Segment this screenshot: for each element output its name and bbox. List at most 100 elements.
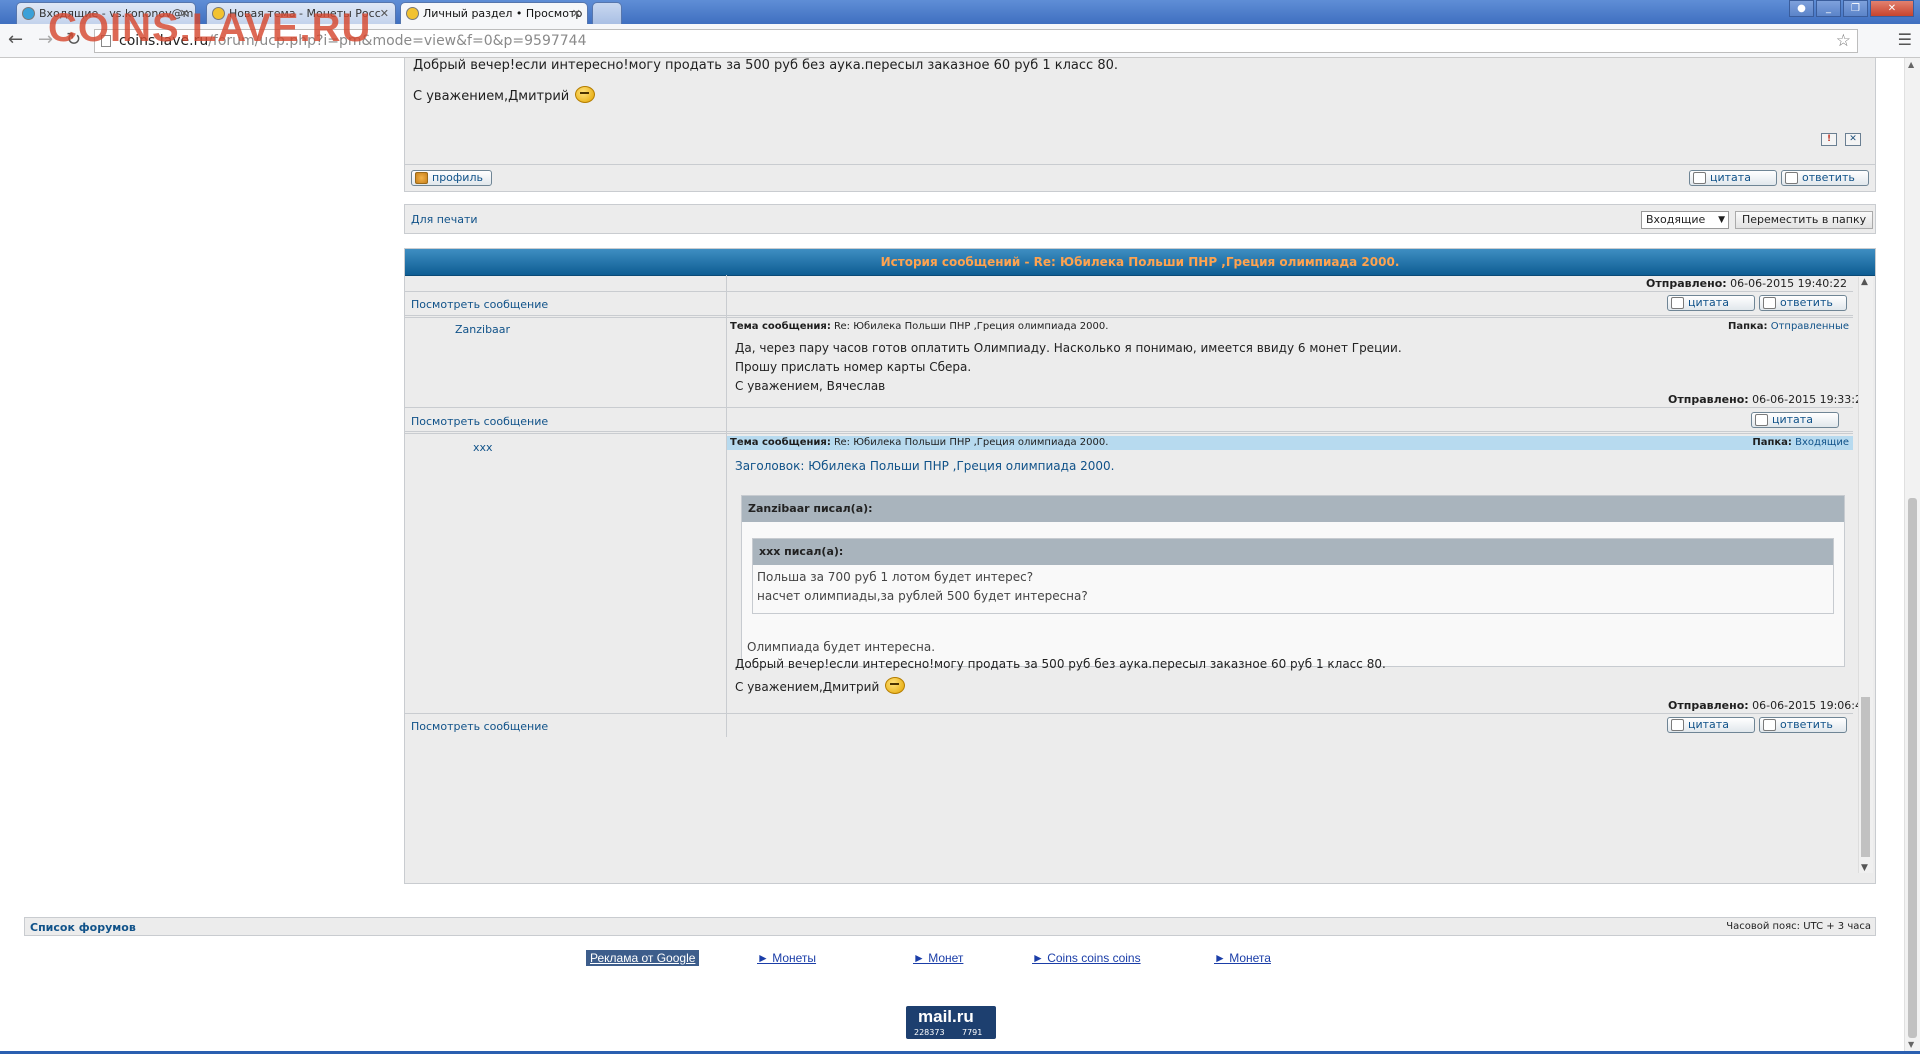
quote-button-label: цитата [1688,296,1729,309]
mailru-logo: mail.ru [918,1007,974,1026]
message-text: Добрый вечер!если интересно!могу продать… [735,657,1386,671]
folder-label: Папка: [1752,437,1792,448]
ad-link[interactable]: ► Монет [913,951,963,965]
browser-tab-private-messages[interactable]: Личный раздел • Просмотр ✕ [400,2,588,24]
subject-value: Re: Юбилека Польши ПНР ,Греция олимпиада… [834,437,1109,448]
message-line: С уважением, Вячеслав [735,379,886,393]
scroll-down-arrow-icon[interactable]: ▼ [1861,863,1868,873]
quote-icon [1671,297,1684,309]
sent-value: 06-06-2015 19:40:22 [1730,277,1847,290]
message-heading: Заголовок: Юбилека Польши ПНР ,Греция ол… [735,459,1115,473]
ad-link[interactable]: ► Монета [1214,951,1271,965]
minimize-button[interactable]: _ [1816,0,1841,17]
folder-link[interactable]: Отправленные [1771,321,1849,332]
message-line: Прошу прислать номер карты Сбера. [735,360,972,374]
signature-text: С уважением,Дмитрий [735,680,880,694]
ad-link[interactable]: ► Монеты [757,951,816,965]
smiley-favicon-icon [406,7,419,20]
subject-label: Тема сообщения: [730,437,831,448]
ads-badge[interactable]: Реклама от Google [586,950,700,966]
report-icon[interactable]: ! [1821,133,1837,146]
delete-icon[interactable]: ✕ [1845,133,1861,146]
timezone-text: Часовой пояс: UTC + 3 часа [1726,921,1871,932]
print-link[interactable]: Для печати [411,213,478,226]
message-line: Да, через пару часов готов оплатить Олим… [735,341,1402,355]
author-name-link[interactable]: xxx [473,441,493,454]
close-icon[interactable]: ✕ [572,3,581,24]
quote-button-label: цитата [1710,171,1751,184]
quote-button[interactable]: цитата [1751,412,1839,428]
message-action-bar: профиль цитата ответить [404,164,1876,192]
quote-line: насчет олимпиады,за рублей 500 будет инт… [757,589,1088,603]
reply-button-label: ответить [1780,718,1833,731]
author-cell [405,275,727,319]
sent-time: Отправлено: 06-06-2015 19:33:21 [1668,393,1869,406]
message-signature: С уважением,Дмитрий [735,677,906,697]
divider [405,407,1853,408]
quote-button[interactable]: цитата [1689,170,1777,186]
counter-value: 228373 [914,1028,945,1037]
sent-value: 06-06-2015 19:33:21 [1752,393,1869,406]
quote-author: xxx писал(а): [753,539,1833,565]
quote-button[interactable]: цитата [1667,717,1755,733]
restore-button[interactable]: ❐ [1843,0,1868,17]
scrollbar-thumb[interactable] [1861,697,1870,857]
history-scrollbar[interactable]: ▲ ▼ [1858,277,1873,873]
forum-footer: Список форумов Часовой пояс: UTC + 3 час… [24,917,1876,936]
folder-select-value: Входящие [1646,213,1706,226]
tab-label: Личный раздел • Просмотр [423,7,583,20]
sent-time: Отправлено: 06-06-2015 19:40:22 [1646,277,1847,290]
divider [405,315,1853,318]
scroll-up-arrow-icon[interactable]: ▲ [1861,277,1868,287]
scroll-up-arrow-icon[interactable]: ▲ [1908,60,1914,69]
mail-favicon-icon [22,7,35,20]
sent-label: Отправлено: [1668,393,1749,406]
view-message-link[interactable]: Посмотреть сообщение [411,298,548,311]
ad-link[interactable]: ► Coins coins coins [1032,951,1141,965]
page-content: Добрый вечер!если интересно!могу продать… [0,58,1904,1051]
subject-bar: Тема сообщения: Re: Юбилека Польши ПНР ,… [727,436,1853,450]
folder-select[interactable]: Входящие ▼ [1641,211,1729,229]
view-message-link[interactable]: Посмотреть сообщение [411,415,548,428]
folder-link[interactable]: Входящие [1795,437,1849,448]
profile-button[interactable]: профиль [411,170,492,186]
subject-line: Тема сообщения: Re: Юбилека Польши ПНР ,… [730,436,1108,450]
close-window-button[interactable]: ✕ [1870,0,1914,17]
bookmark-star-icon[interactable]: ☆ [1836,30,1851,52]
quote-block: Zanzibaar писал(а): xxx писал(а): Польша… [741,495,1845,667]
message-text: Добрый вечер!если интересно!могу продать… [413,58,1119,73]
site-watermark: COINS.LAVE.RU [48,6,372,50]
close-icon[interactable]: ✕ [380,3,389,24]
subject-label: Тема сообщения: [730,321,831,332]
divider [405,431,1853,434]
quote-button[interactable]: цитата [1667,295,1755,311]
new-tab-button[interactable] [592,2,622,24]
scroll-down-arrow-icon[interactable]: ▼ [1908,1040,1914,1049]
quote-button-label: цитата [1772,413,1813,426]
folder-label: Папка: [1727,321,1768,332]
scrollbar-thumb[interactable] [1908,498,1917,1038]
reply-button-label: ответить [1780,296,1833,309]
sent-time: Отправлено: 06-06-2015 19:06:42 [1668,699,1869,712]
menu-icon[interactable]: ☰ [1898,32,1912,48]
move-to-folder-button[interactable]: Переместить в папку [1735,211,1874,229]
quote-icon [1671,719,1684,731]
smiley-icon [575,86,596,103]
divider [405,713,1853,714]
author-cell: xxx [405,435,727,737]
reply-button[interactable]: ответить [1781,170,1869,186]
back-arrow-icon[interactable]: ← [8,31,23,49]
reply-icon [1763,297,1776,309]
view-message-link[interactable]: Посмотреть сообщение [411,720,548,733]
page-scrollbar[interactable]: ▲ ▼ [1904,58,1920,1051]
history-scroll-area[interactable]: Отправлено: 06-06-2015 19:40:22 Посмотре… [405,275,1875,873]
forum-list-link[interactable]: Список форумов [30,921,136,934]
author-name-link[interactable]: Zanzibaar [455,323,510,336]
reply-button[interactable]: ответить [1759,295,1847,311]
sent-label: Отправлено: [1668,699,1749,712]
window-controls: ● _ ❐ ✕ [1787,0,1914,18]
reply-button[interactable]: ответить [1759,717,1847,733]
user-icon[interactable]: ● [1789,0,1814,17]
mailru-counter[interactable]: mail.ru 228373 7791 [906,1006,996,1039]
reply-button-label: ответить [1802,171,1855,184]
